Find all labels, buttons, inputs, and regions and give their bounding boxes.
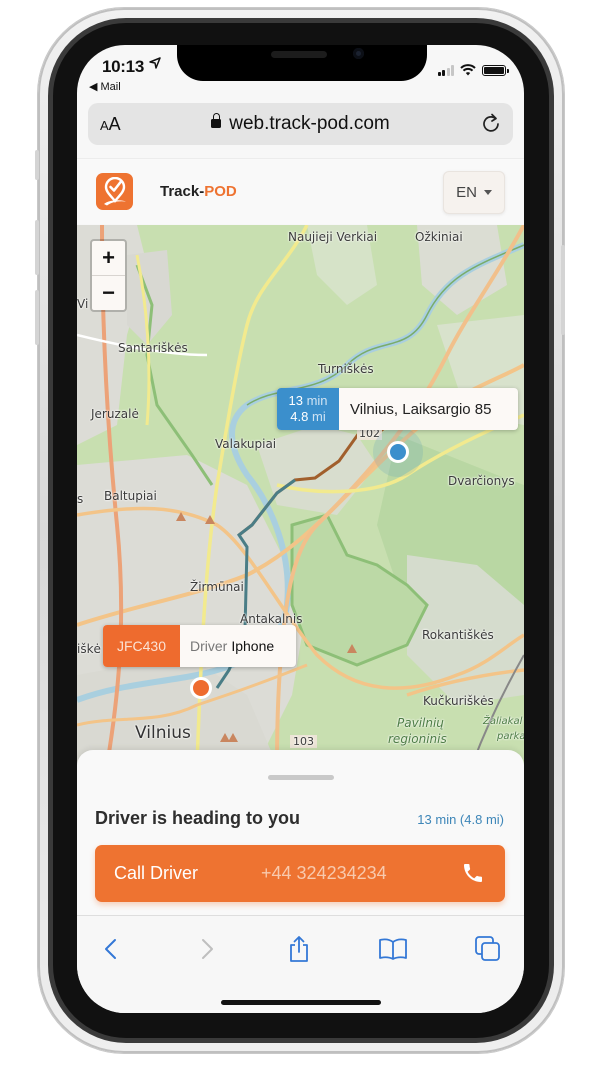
browser-toolbar <box>77 915 524 1013</box>
tabs-icon[interactable] <box>473 934 503 964</box>
phone-screen: 10:13 ◀ Mail AA web.track-pod.com Track-… <box>77 45 524 1013</box>
notch <box>177 45 427 81</box>
map-label: Žaliakal <box>483 716 523 727</box>
driver-label: Driver <box>190 638 228 654</box>
lock-icon <box>211 113 222 128</box>
map-label: regioninis <box>388 732 447 746</box>
speaker <box>271 51 327 58</box>
language-select[interactable]: EN <box>443 171 505 214</box>
zoom-out-button[interactable]: − <box>92 275 125 309</box>
driver-phone-number: +44 324234234 <box>261 863 387 883</box>
map-zoom-control: + − <box>90 239 127 312</box>
map-label: iškė <box>77 642 101 656</box>
distance-value: 4.8 <box>290 409 309 424</box>
driver-name: Iphone <box>231 638 275 654</box>
power-button <box>561 245 565 335</box>
map[interactable]: Naujieji Verkiai Ožkiniai Vi Santariškės… <box>77 225 524 765</box>
map-label: Turniškės <box>318 362 374 376</box>
map-label: s <box>77 492 84 506</box>
map-label: Kučkuriškės <box>423 694 494 708</box>
map-label: parka <box>497 731 524 742</box>
map-label: Baltupiai <box>104 489 157 503</box>
url-field[interactable]: web.track-pod.com <box>88 113 513 135</box>
app-header: Track-POD EN <box>77 158 524 224</box>
map-label: Naujieji Verkiai <box>288 230 378 244</box>
share-icon[interactable] <box>284 934 314 964</box>
brand-suffix: POD <box>204 183 237 200</box>
distance-unit: mi <box>311 409 326 424</box>
zoom-in-button[interactable]: + <box>92 241 125 275</box>
map-label: 103 <box>290 735 317 748</box>
bottom-sheet: Driver is heading to you 13 min (4.8 mi)… <box>77 750 524 915</box>
book-icon[interactable] <box>378 934 408 964</box>
url-text: web.track-pod.com <box>229 113 390 134</box>
destination-address: Vilnius, Laiksargio 85 <box>350 400 492 418</box>
map-label: Dvarčionys <box>448 474 515 488</box>
front-camera <box>353 48 364 59</box>
chevron-right-icon[interactable] <box>192 934 222 964</box>
map-label: Vi <box>77 297 89 311</box>
map-label: Žirmūnai <box>190 580 244 594</box>
driver-info: Driver Iphone <box>180 625 296 667</box>
sheet-drag-handle[interactable] <box>268 775 334 780</box>
call-driver-label: Call Driver <box>114 863 199 883</box>
cellular-signal-icon <box>437 64 454 76</box>
eta-summary: 13 min (4.8 mi) <box>417 812 504 827</box>
status-time: 10:13 <box>102 57 144 76</box>
back-to-app-link[interactable]: ◀ Mail <box>89 80 121 93</box>
battery-icon <box>482 64 509 76</box>
status-icons <box>437 64 509 76</box>
status-title: Driver is heading to you <box>95 808 301 828</box>
volume-up-button <box>35 220 39 275</box>
eta-unit: min <box>306 393 328 408</box>
volume-down-button <box>35 290 39 345</box>
destination-marker[interactable] <box>387 441 409 463</box>
driver-popup[interactable]: JFC430 Driver Iphone <box>103 625 296 667</box>
map-label: Vilnius <box>135 723 191 743</box>
reload-icon[interactable] <box>481 112 501 139</box>
map-label: Rokantiškės <box>422 628 494 642</box>
wifi-icon <box>460 64 476 76</box>
brand-prefix: Track- <box>160 183 205 200</box>
location-arrow-icon <box>149 57 161 72</box>
vehicle-id: JFC430 <box>103 625 180 667</box>
caret-down-icon <box>483 190 492 195</box>
map-label: Ožkiniai <box>415 230 463 244</box>
driver-marker[interactable] <box>190 677 212 699</box>
brand-name: Track-POD <box>160 183 237 200</box>
phone-icon <box>461 861 485 890</box>
address-bar[interactable]: AA web.track-pod.com <box>88 103 513 145</box>
map-label: Valakupiai <box>215 437 277 451</box>
map-label: Pavilnių <box>397 716 444 730</box>
side-button <box>35 150 39 180</box>
call-driver-button[interactable]: Call Driver +44 324234234 <box>95 845 505 902</box>
track-pod-logo-icon[interactable] <box>96 173 133 210</box>
map-label: Santariškės <box>118 341 188 355</box>
map-label: Jeruzalė <box>91 407 139 421</box>
destination-popup[interactable]: 13 min 4.8 mi Vilnius, Laiksargio 85 <box>277 388 518 430</box>
chevron-left-icon[interactable] <box>96 934 126 964</box>
language-value: EN <box>456 184 477 201</box>
map-label: Antakalnis <box>240 612 303 626</box>
eta-value: 13 <box>288 393 303 408</box>
destination-eta: 13 min 4.8 mi <box>277 388 339 430</box>
home-indicator[interactable] <box>221 1000 381 1005</box>
